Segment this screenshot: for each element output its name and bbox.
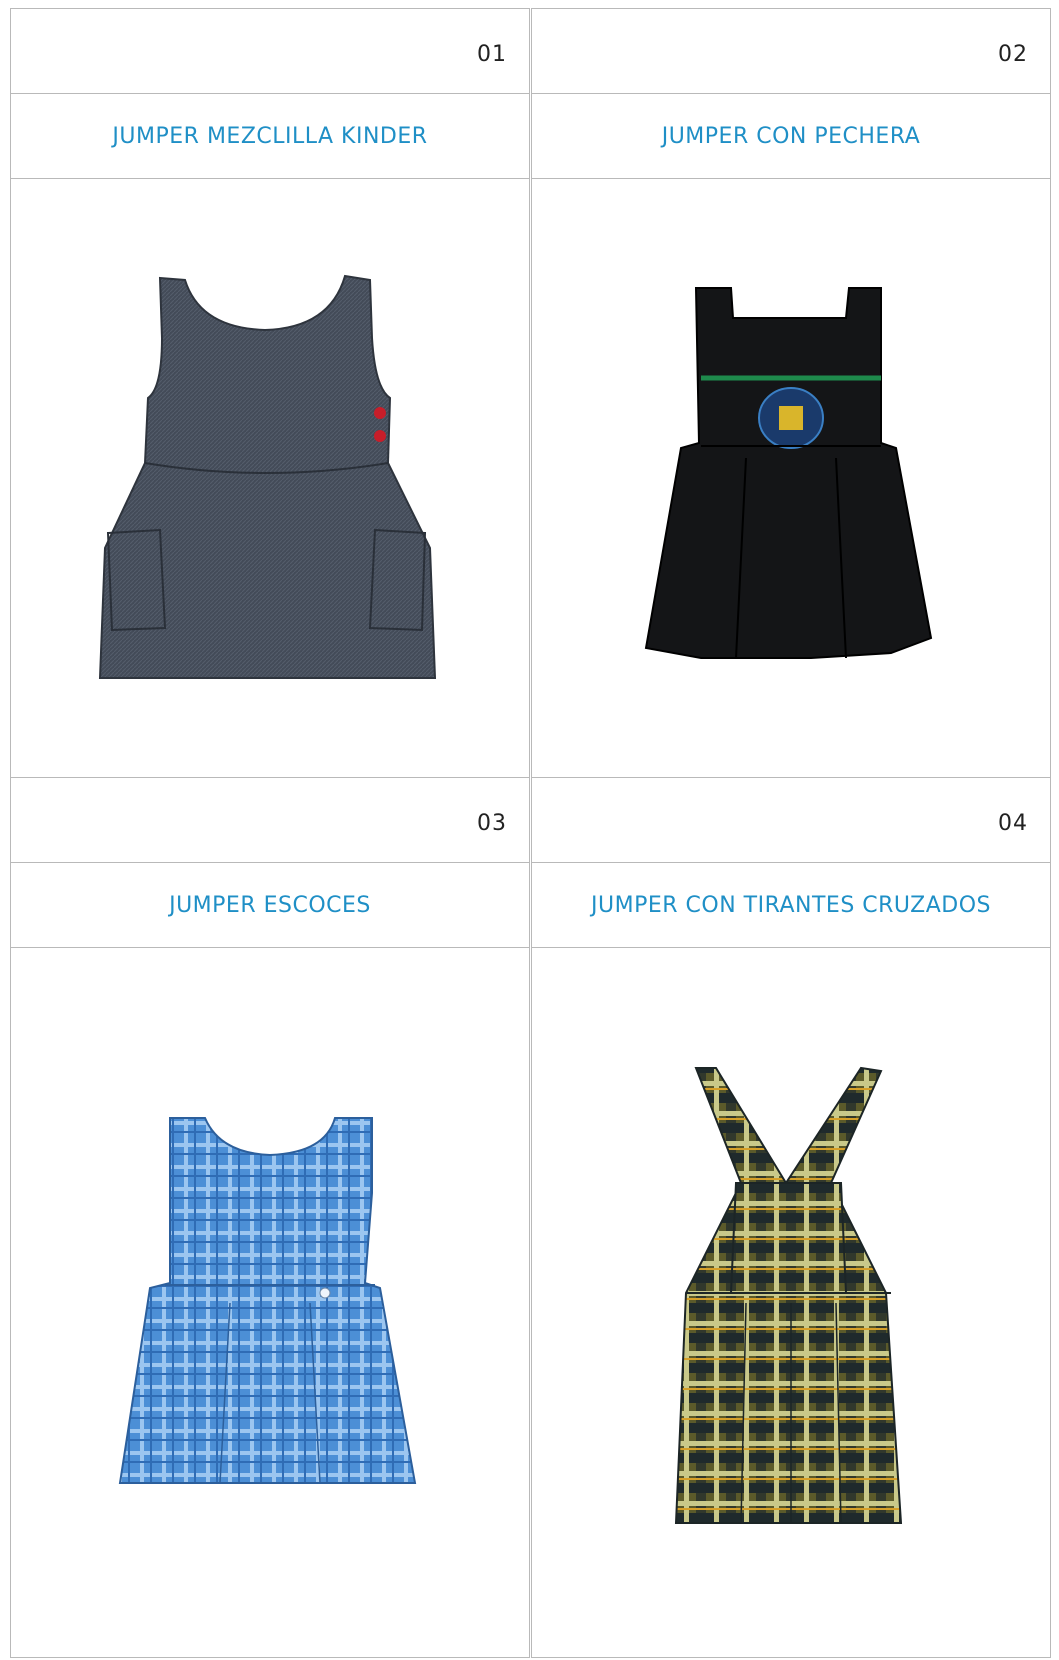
- title-cell: JUMPER MEZCLILLA KINDER: [10, 93, 530, 179]
- image-cell: [531, 947, 1051, 1658]
- image-cell: [10, 947, 530, 1658]
- image-cell: [531, 178, 1051, 778]
- blue-plaid-jumper-icon: [118, 1116, 417, 1484]
- denim-jumper-icon: [98, 274, 437, 679]
- product-grid: 01 JUMPER MEZCLILLA KINDER 03 JUMPER ESC…: [10, 8, 1052, 1658]
- black-pinafore-icon: [644, 287, 933, 659]
- product-title: JUMPER MEZCLILLA KINDER: [112, 123, 428, 149]
- product-column-right: 02 JUMPER CON PECHERA 04 JUMPER CON TIRA…: [531, 8, 1051, 1658]
- product-title: JUMPER ESCOCES: [169, 892, 371, 918]
- title-cell: JUMPER CON PECHERA: [531, 93, 1051, 179]
- product-title: JUMPER CON PECHERA: [661, 123, 921, 149]
- number-cell: 04: [531, 777, 1051, 863]
- product-number: 02: [998, 42, 1028, 67]
- product-number: 04: [998, 811, 1028, 836]
- product-number: 03: [477, 811, 507, 836]
- plaid-crossed-strap-jumper-icon: [674, 1066, 903, 1524]
- title-cell: JUMPER CON TIRANTES CRUZADOS: [531, 862, 1051, 948]
- title-cell: JUMPER ESCOCES: [10, 862, 530, 948]
- product-column-left: 01 JUMPER MEZCLILLA KINDER 03 JUMPER ESC…: [10, 8, 530, 1658]
- number-cell: 01: [10, 8, 530, 94]
- product-title: JUMPER CON TIRANTES CRUZADOS: [591, 892, 991, 918]
- number-cell: 03: [10, 777, 530, 863]
- number-cell: 02: [531, 8, 1051, 94]
- product-number: 01: [477, 42, 507, 67]
- image-cell: [10, 178, 530, 778]
